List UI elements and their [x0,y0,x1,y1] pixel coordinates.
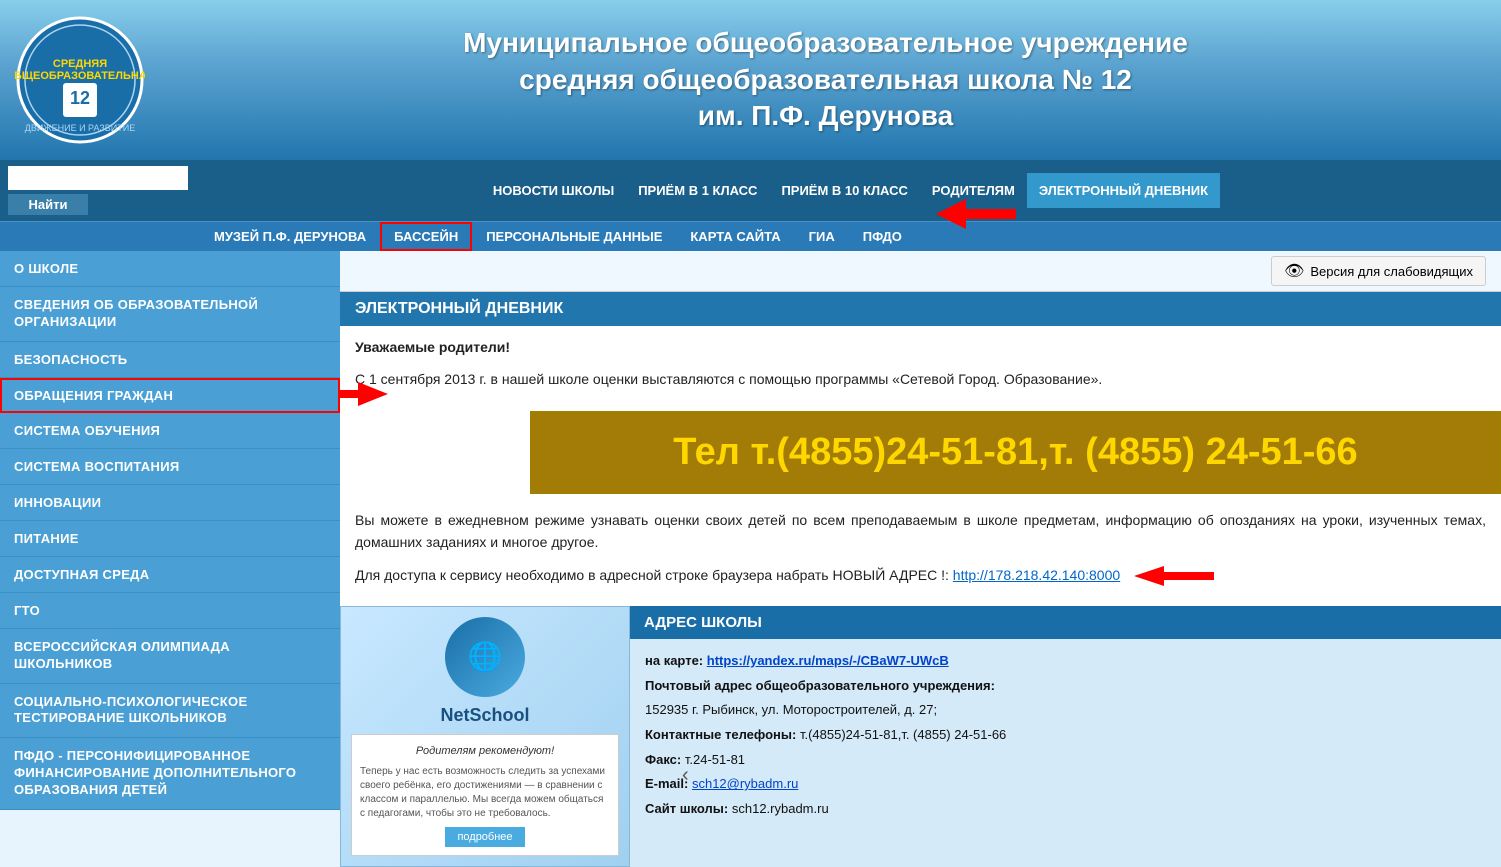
sidebar-item-nutrition[interactable]: ПИТАНИЕ [0,521,340,557]
section-title: ЭЛЕКТРОННЫЙ ДНЕВНИК [340,292,1501,326]
nav-museum[interactable]: МУЗЕЙ П.Ф. ДЕРУНОВА [200,222,380,251]
nav-arrow [936,199,1016,234]
sidebar-arrow-icon [338,382,388,409]
eye-icon: 👁 [1284,261,1304,281]
main-layout: О ШКОЛЕ СВЕДЕНИЯ ОБ ОБРАЗОВАТЕЛЬНОЙ ОРГА… [0,251,1501,867]
email-link[interactable]: sch12@rybadm.ru [692,776,798,791]
nav-sitemap[interactable]: КАРТА САЙТА [676,222,794,251]
search-input[interactable] [8,166,188,190]
content-arrow [1134,567,1214,583]
main-content: Вы можете в ежедневном режиме узнавать о… [340,499,1501,606]
nav-admission-1[interactable]: ПРИЁМ В 1 КЛАСС [626,173,769,208]
sidebar-item-about[interactable]: О ШКОЛЕ [0,251,340,287]
svg-text:12: 12 [70,88,90,108]
intro-text: Уважаемые родители! С 1 сентября 2013 г.… [340,326,1501,411]
search-button[interactable]: Найти [8,194,88,215]
map-link[interactable]: https://yandex.ru/maps/-/CBaW7-UWcB [707,653,949,668]
nav-pfdo[interactable]: ПФДО [849,222,916,251]
address-box: АДРЕС ШКОЛЫ на карте: https://yandex.ru/… [630,606,1501,867]
address-title: АДРЕС ШКОЛЫ [630,606,1501,639]
sidebar-item-psychology[interactable]: СОЦИАЛЬНО-ПСИХОЛОГИЧЕСКОЕ ТЕСТИРОВАНИЕ Ш… [0,684,340,739]
svg-text:СРЕДНЯЯ: СРЕДНЯЯ [53,58,107,70]
sidebar: О ШКОЛЕ СВЕДЕНИЯ ОБ ОБРАЗОВАТЕЛЬНОЙ ОРГА… [0,251,340,867]
svg-text:ДВИЖЕНИЕ И РАЗВИТИЕ: ДВИЖЕНИЕ И РАЗВИТИЕ [25,123,136,133]
sidebar-item-pfdo[interactable]: ПФДО - ПЕРСОНИФИЦИРОВАННОЕ ФИНАНСИРОВАНИ… [0,738,340,810]
sidebar-item-learning[interactable]: СИСТЕМА ОБУЧЕНИЯ [0,413,340,449]
sidebar-item-innovations[interactable]: ИННОВАЦИИ [0,485,340,521]
sidebar-item-security[interactable]: БЕЗОПАСНОСТЬ [0,342,340,378]
page-header: СРЕДНЯЯ ОБЩЕОБРАЗОВАТЕЛЬНАЯ 12 ДВИЖЕНИЕ … [0,0,1501,160]
navigation: Найти НОВОСТИ ШКОЛЫ ПРИЁМ В 1 КЛАСС ПРИЁ… [0,160,1501,251]
netschool-more-btn[interactable]: подробнее [445,827,524,847]
nav-personal-data[interactable]: ПЕРСОНАЛЬНЫЕ ДАННЫЕ [472,222,676,251]
school-title: Муниципальное общеобразовательное учрежд… [165,25,1486,134]
school-logo: СРЕДНЯЯ ОБЩЕОБРАЗОВАТЕЛЬНАЯ 12 ДВИЖЕНИЕ … [15,15,145,145]
nav-news[interactable]: НОВОСТИ ШКОЛЫ [481,173,626,208]
sidebar-item-info[interactable]: СВЕДЕНИЯ ОБ ОБРАЗОВАТЕЛЬНОЙ ОРГАНИЗАЦИИ [0,287,340,342]
sidebar-item-gto[interactable]: ГТО [0,593,340,629]
bottom-nav-links: МУЗЕЙ П.Ф. ДЕРУНОВА БАССЕЙН ПЕРСОНАЛЬНЫЕ… [0,221,1501,251]
search-area: Найти [0,160,200,221]
visibility-button[interactable]: 👁 Версия для слабовидящих [1271,256,1486,286]
content-with-banner: Уважаемые родители! С 1 сентября 2013 г.… [340,326,1501,606]
sidebar-item-olympiad[interactable]: ВСЕРОССИЙСКАЯ ОЛИМПИАДА ШКОЛЬНИКОВ [0,629,340,684]
svg-text:ОБЩЕОБРАЗОВАТЕЛЬНАЯ: ОБЩЕОБРАЗОВАТЕЛЬНАЯ [15,70,145,82]
content-area: 👁 Версия для слабовидящих ЭЛЕКТРОННЫЙ ДН… [340,251,1501,867]
nav-diary[interactable]: ЭЛЕКТРОННЫЙ ДНЕВНИК [1027,173,1220,208]
phone-banner: Тел т.(4855)24-51-81,т. (4855) 24-51-66 [530,411,1501,494]
sidebar-item-appeals[interactable]: ОБРАЩЕНИЯ ГРАЖДАН [0,378,340,413]
sidebar-item-education[interactable]: СИСТЕМА ВОСПИТАНИЯ [0,449,340,485]
visibility-bar: 👁 Версия для слабовидящих [340,251,1501,292]
address-content: на карте: https://yandex.ru/maps/-/CBaW7… [630,639,1501,832]
netschool-link[interactable]: http://178.218.42.140:8000 [953,567,1120,583]
top-nav-links: НОВОСТИ ШКОЛЫ ПРИЁМ В 1 КЛАСС ПРИЁМ В 10… [200,160,1501,221]
bottom-section: 🌐 NetSchool Родителям рекомендуют! Тепер… [340,606,1501,867]
sidebar-item-accessible[interactable]: ДОСТУПНАЯ СРЕДА [0,557,340,593]
nav-gia[interactable]: ГИА [795,222,849,251]
nav-pool[interactable]: БАССЕЙН [380,222,472,251]
nav-admission-10[interactable]: ПРИЁМ В 10 КЛАСС [769,173,919,208]
netschool-image: 🌐 NetSchool Родителям рекомендуют! Тепер… [340,606,630,867]
carousel-left-arrow[interactable]: ‹ [682,764,689,787]
